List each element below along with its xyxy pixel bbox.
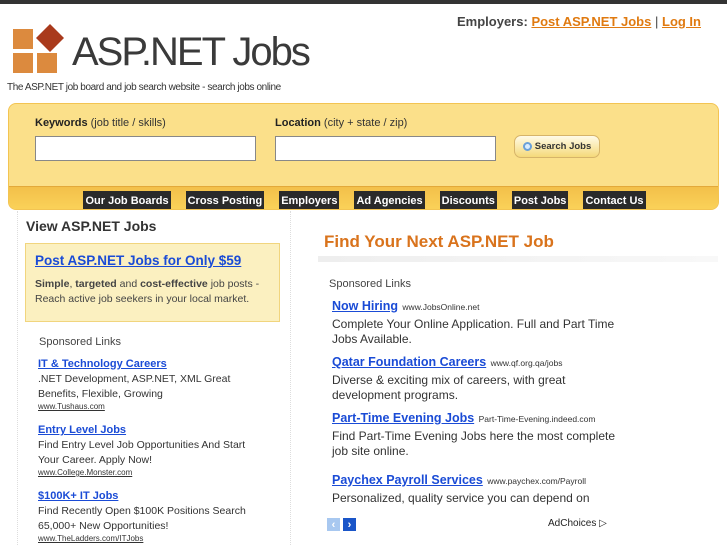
location-input[interactable] <box>275 136 496 161</box>
ad-url[interactable]: www.College.Monster.com <box>38 468 258 477</box>
site-title: ASP.NET Jobs <box>72 30 311 74</box>
main-ad: Paychex Payroll Services www.paychex.com… <box>332 471 632 506</box>
separator: | <box>654 14 659 29</box>
main-ad: Now Hiring www.JobsOnline.net Complete Yo… <box>332 297 622 346</box>
ad-title[interactable]: Paychex Payroll Services <box>332 473 483 487</box>
nav-contact-us[interactable]: Contact Us <box>583 191 646 209</box>
adchoices-link[interactable]: AdChoices ▷ <box>548 518 607 529</box>
magnifier-icon <box>522 142 532 151</box>
logo-icon <box>13 24 64 73</box>
view-jobs-heading: View ASP.NET Jobs <box>26 218 157 234</box>
nav-discounts[interactable]: Discounts <box>439 191 497 209</box>
ad-desc: Complete Your Online Application. Full a… <box>332 317 615 346</box>
ad-title[interactable]: IT & Technology Careers <box>38 358 167 370</box>
prev-arrow-icon[interactable]: ‹ <box>327 518 340 531</box>
ad-url[interactable]: www.JobsOnline.net <box>402 302 479 312</box>
ad-url[interactable]: www.Tushaus.com <box>38 402 258 411</box>
employers-label: Employers: <box>457 14 528 29</box>
keywords-input[interactable] <box>35 136 256 161</box>
ad-title[interactable]: Qatar Foundation Careers <box>332 355 486 369</box>
top-bar <box>0 0 727 4</box>
tagline: The ASP.NET job board and job search web… <box>7 82 281 93</box>
nav-post-jobs[interactable]: Post Jobs <box>511 191 569 209</box>
ad-desc: Find Recently Open $100K Positions Searc… <box>38 505 246 532</box>
ad-url[interactable]: www.paychex.com/Payroll <box>487 476 586 486</box>
ad-title[interactable]: Now Hiring <box>332 299 398 313</box>
promo-text: Simple, targeted and cost-effective job … <box>35 278 260 305</box>
nav-ad-agencies[interactable]: Ad Agencies <box>354 191 425 209</box>
nav-employers[interactable]: Employers <box>279 191 340 209</box>
sponsored-label: Sponsored Links <box>39 336 121 348</box>
ad-desc: .NET Development, ASP.NET, XML Great Ben… <box>38 373 231 400</box>
main-ad: Part-Time Evening Jobs Part-Time-Evening… <box>332 409 622 458</box>
adchoices-icon: ▷ <box>599 518 607 529</box>
login-link[interactable]: Log In <box>662 14 701 29</box>
nav-cross-posting[interactable]: Cross Posting <box>185 191 265 209</box>
left-ad: $100K+ IT Jobs Find Recently Open $100K … <box>38 486 258 543</box>
main-heading: Find Your Next ASP.NET Job <box>324 232 554 251</box>
next-arrow-icon[interactable]: › <box>343 518 356 531</box>
sponsored-label: Sponsored Links <box>329 278 411 290</box>
ad-url[interactable]: www.TheLadders.com/ITJobs <box>38 534 258 543</box>
search-jobs-button[interactable]: Search Jobs <box>514 135 600 158</box>
ad-desc: Diverse & exciting mix of careers, with … <box>332 373 566 402</box>
ad-desc: Find Entry Level Job Opportunities And S… <box>38 439 246 466</box>
post-jobs-link[interactable]: Post ASP.NET Jobs <box>531 14 651 29</box>
search-panel: Keywords (job title / skills) Location (… <box>8 103 719 210</box>
main-ad: Qatar Foundation Careers www.qf.org.qa/j… <box>332 353 622 402</box>
ad-title[interactable]: Entry Level Jobs <box>38 424 126 436</box>
location-label: Location (city + state / zip) <box>275 117 408 129</box>
promo-box: Post ASP.NET Jobs for Only $59 Simple, t… <box>25 243 280 322</box>
left-ad: IT & Technology Careers .NET Development… <box>38 354 258 411</box>
ad-desc: Find Part-Time Evening Jobs here the mos… <box>332 429 616 458</box>
main-nav: Our Job Boards Cross Posting Employers A… <box>9 186 718 209</box>
promo-link[interactable]: Post ASP.NET Jobs for Only $59 <box>35 253 241 268</box>
heading-underline <box>318 256 718 262</box>
ad-desc: Personalized, quality service you can de… <box>332 491 590 505</box>
keywords-label: Keywords (job title / skills) <box>35 117 166 129</box>
left-ad: Entry Level Jobs Find Entry Level Job Op… <box>38 420 258 477</box>
employer-links: Employers: Post ASP.NET Jobs | Log In <box>457 14 701 29</box>
ad-url[interactable]: Part-Time-Evening.indeed.com <box>479 414 596 424</box>
ad-title[interactable]: Part-Time Evening Jobs <box>332 411 474 425</box>
ad-title[interactable]: $100K+ IT Jobs <box>38 490 118 502</box>
nav-our-job-boards[interactable]: Our Job Boards <box>83 191 171 209</box>
ad-url[interactable]: www.qf.org.qa/jobs <box>491 358 563 368</box>
